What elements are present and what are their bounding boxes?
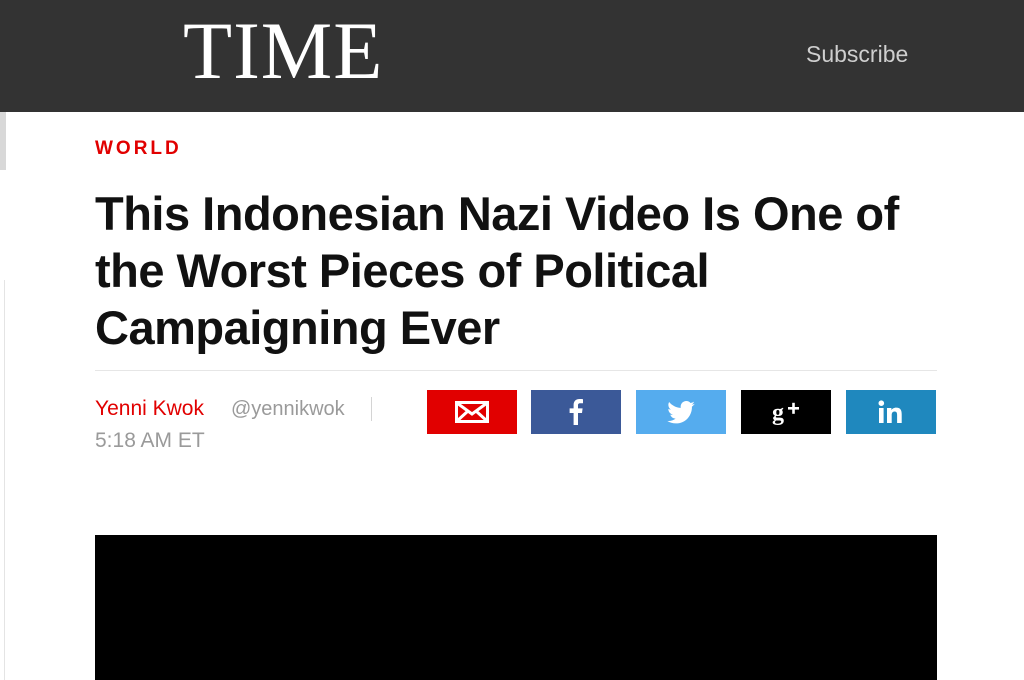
email-icon	[455, 401, 489, 423]
google-plus-icon: g	[771, 399, 801, 425]
twitter-icon	[667, 400, 695, 424]
subscribe-link[interactable]: Subscribe	[806, 40, 908, 68]
share-google-plus-button[interactable]: g	[741, 390, 831, 434]
author-name[interactable]: Yenni Kwok	[95, 396, 204, 422]
share-linkedin-button[interactable]	[846, 390, 936, 434]
share-facebook-button[interactable]	[531, 390, 621, 434]
left-edge-line	[4, 280, 5, 680]
left-edge-tab	[0, 112, 6, 170]
share-twitter-button[interactable]	[636, 390, 726, 434]
section-label[interactable]: WORLD	[95, 138, 182, 160]
facebook-icon	[569, 399, 583, 425]
video-player[interactable]	[95, 535, 937, 680]
headline-divider	[95, 370, 937, 371]
svg-text:g: g	[772, 400, 784, 425]
article-page: TIME Subscribe WORLD This Indonesian Naz…	[0, 0, 1024, 680]
site-header: TIME Subscribe	[0, 0, 1024, 112]
time-logo[interactable]: TIME	[183, 6, 383, 96]
share-email-button[interactable]	[427, 390, 517, 434]
byline-separator	[371, 397, 372, 421]
publish-timestamp: 5:18 AM ET	[95, 429, 205, 452]
article-headline: This Indonesian Nazi Video Is One of the…	[95, 187, 899, 354]
linkedin-icon	[878, 400, 904, 424]
author-twitter-handle[interactable]: @yennikwok	[231, 396, 345, 422]
